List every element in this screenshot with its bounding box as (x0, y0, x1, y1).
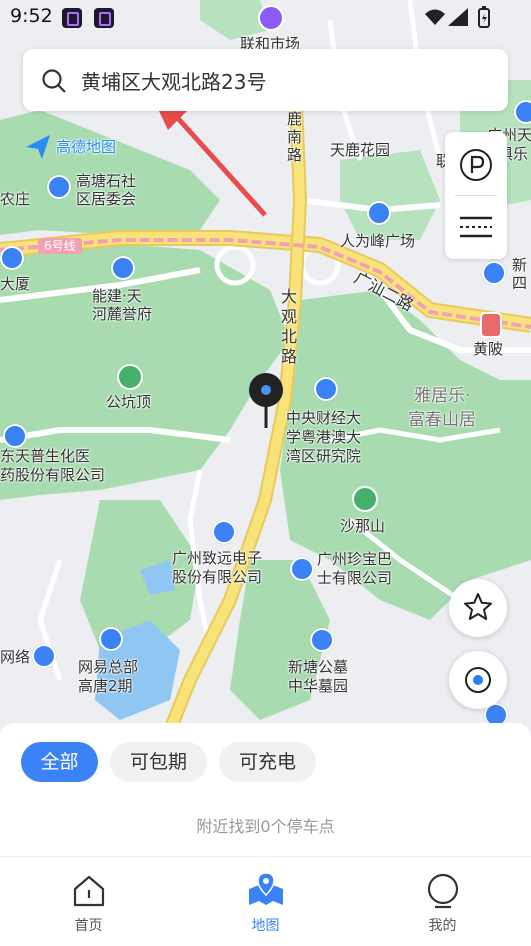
map-label-chuangzhuang: 农庄 (0, 190, 31, 208)
bottom-tab-bar: 首页 地图 我的 (0, 856, 531, 946)
residential-icon (111, 256, 135, 280)
signal-icon (448, 8, 468, 26)
amap-logo-icon (26, 135, 50, 159)
school-icon (314, 377, 338, 401)
map-label-huangbei: 黄陂 (473, 340, 504, 358)
residential-icon (482, 261, 506, 285)
map-label-cufe-1: 中央财经大 (286, 409, 362, 427)
battery-icon (478, 6, 490, 28)
company-icon (3, 424, 27, 448)
map-label-yaju-2: 富春山居 (408, 410, 476, 430)
location-pin-icon[interactable] (248, 372, 284, 428)
tab-profile-label: 我的 (428, 918, 457, 934)
restaurant-icon (480, 312, 502, 338)
tab-map[interactable]: 地图 (177, 857, 354, 946)
filter-chip-all[interactable]: 全部 (21, 742, 98, 782)
map-label-tianpu-2: 药股份有限公司 (0, 466, 106, 484)
building-icon (0, 246, 24, 270)
search-bar[interactable]: 黄埔区大观北路23号 (23, 49, 508, 111)
map-label-tianlu-garden: 天鹿花园 (330, 141, 391, 159)
company-icon (32, 644, 56, 668)
notification-app-icon (94, 8, 114, 28)
map-label-netease-1: 网易总部 (78, 658, 139, 676)
map-label-zhenbao-1: 广州珍宝巴 (317, 550, 393, 568)
map-label-tianpu-1: 东天普生化医 (0, 447, 91, 465)
traffic-layer-button[interactable] (445, 196, 507, 259)
map-label-si: 四 (512, 274, 528, 292)
status-time: 9:52 (10, 5, 53, 27)
parking-layer-button[interactable] (445, 132, 507, 196)
filter-chip-charging[interactable]: 可充电 (219, 742, 316, 782)
tab-home-label: 首页 (74, 918, 103, 934)
road-layer-icon (460, 216, 492, 238)
locate-me-button[interactable] (449, 651, 507, 709)
map-label-zhiyuan-2: 股份有限公司 (172, 568, 263, 586)
status-bar: 9:52 (0, 0, 531, 34)
map-label-tianlu-nanlu: 鹿南路 (287, 110, 303, 164)
star-icon (464, 593, 492, 620)
residential-icon (99, 627, 123, 651)
map-tools-panel (445, 132, 507, 259)
plaza-icon (367, 201, 391, 225)
map-label-netease-2: 高唐2期 (78, 677, 133, 695)
map-label-cufe-3: 湾区研究院 (286, 447, 362, 465)
map-label-gaotang-shishe: 高塘石社 (76, 172, 137, 190)
company-icon (212, 520, 236, 544)
map-label-yaju-1: 雅居乐· (414, 386, 471, 406)
map-label-dasha: 大厦 (0, 275, 31, 293)
residential-icon (47, 175, 71, 199)
map-label-xin: 新 (512, 256, 528, 274)
company-icon (290, 557, 314, 581)
map-label-cufe-2: 学粤港澳大 (286, 428, 362, 446)
parking-icon (460, 149, 492, 181)
empty-results-text: 附近找到0个停车点 (196, 817, 335, 836)
profile-icon (427, 873, 459, 909)
map-label-gongkengding: 公坑顶 (106, 393, 152, 411)
tab-profile[interactable]: 我的 (354, 857, 531, 946)
home-icon (73, 875, 105, 907)
map-label-netease-left: 网络 (0, 648, 31, 666)
filter-chip-monthly[interactable]: 可包期 (110, 742, 207, 782)
mountain-icon (117, 364, 143, 390)
building-icon (514, 100, 531, 124)
favorite-button[interactable] (449, 579, 507, 637)
map-label-zhenbao-2: 士有限公司 (317, 569, 393, 587)
notification-app-icon (62, 8, 82, 28)
mountain-icon (352, 486, 378, 512)
search-icon (42, 69, 66, 93)
map-label-xintang-1: 新塘公墓 (288, 658, 349, 676)
metro-line-6-badge: 6号线 (38, 238, 82, 254)
cemetery-icon (310, 628, 334, 652)
tab-home[interactable]: 首页 (0, 857, 177, 946)
map-label-nengjian-1: 能建·天 (92, 287, 142, 305)
map-label-gaotang-jwh: 区居委会 (76, 190, 137, 208)
search-input[interactable]: 黄埔区大观北路23号 (81, 66, 266, 95)
wifi-icon (425, 9, 445, 25)
map-label-daguan-beilu: 大观北路 (281, 287, 298, 366)
map-label-shanashan: 沙那山 (340, 517, 386, 535)
tab-map-label: 地图 (251, 918, 280, 934)
map-label-zhiyuan-1: 广州致远电子 (172, 549, 263, 567)
parking-results-panel: 全部 可包期 可充电 附近找到0个停车点 (0, 723, 531, 863)
map-pin-icon (249, 872, 283, 905)
crosshair-icon (465, 667, 491, 693)
map-label-renweifeng: 人为峰广场 (340, 232, 416, 250)
amap-logo-text: 高德地图 (56, 138, 117, 156)
map-label-nengjian-2: 河麓誉府 (92, 305, 153, 323)
map-label-xintang-2: 中华墓园 (288, 677, 349, 695)
